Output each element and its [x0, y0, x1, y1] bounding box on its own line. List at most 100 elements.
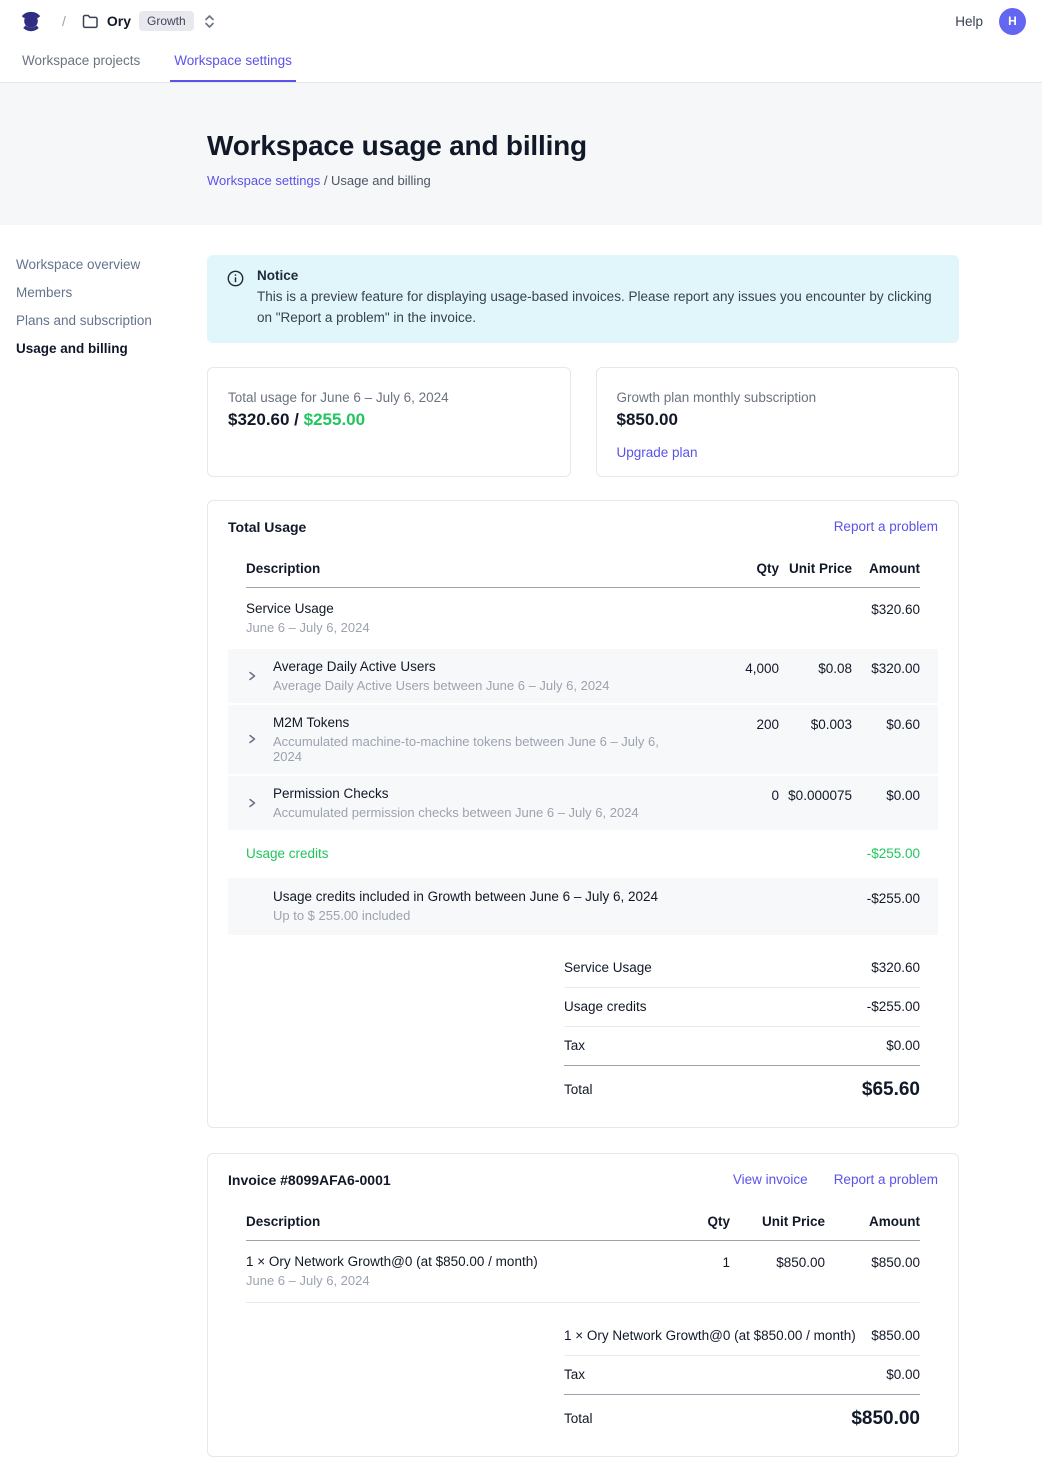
row-qty: 1	[665, 1254, 730, 1288]
invoice-section: Invoice #8099AFA6-0001 View invoice Repo…	[207, 1153, 959, 1457]
row-qty: 4,000	[659, 659, 779, 676]
summary-row: 1 × Ory Network Growth@0 (at $850.00 / m…	[564, 1317, 920, 1356]
total-usage-card: Total usage for June 6 – July 6, 2024 $3…	[207, 367, 571, 477]
table-row: M2M Tokens Accumulated machine-to-machin…	[228, 705, 938, 774]
total-label: Total	[564, 1082, 593, 1097]
sidebar-item-plans-and-subscription[interactable]: Plans and subscription	[16, 313, 191, 328]
usage-table-header: Description Qty Unit Price Amount	[246, 551, 920, 588]
invoice-table-header: Description Qty Unit Price Amount	[246, 1204, 920, 1241]
help-link[interactable]: Help	[955, 14, 983, 29]
column-amount: Amount	[825, 1214, 920, 1229]
column-amount: Amount	[852, 561, 920, 576]
column-qty: Qty	[659, 561, 779, 576]
row-title: 1 × Ory Network Growth@0 (at $850.00 / m…	[246, 1254, 665, 1269]
tab-workspace-projects[interactable]: Workspace projects	[18, 42, 144, 82]
settings-sidebar: Workspace overview Members Plans and sub…	[0, 225, 207, 1473]
chevron-up-down-icon	[204, 14, 215, 29]
table-row: 1 × Ory Network Growth@0 (at $850.00 / m…	[246, 1241, 920, 1303]
column-unit-price: Unit Price	[779, 561, 852, 576]
usage-table: Description Qty Unit Price Amount Servic…	[246, 551, 920, 935]
report-a-problem-link[interactable]: Report a problem	[834, 519, 938, 534]
summary-row: Tax $0.00	[564, 1027, 920, 1066]
row-unit-price: $0.08	[779, 659, 852, 676]
table-row: Usage credits included in Growth between…	[228, 878, 938, 935]
content-area: Notice This is a preview feature for dis…	[207, 225, 959, 1473]
ory-logo-icon[interactable]	[18, 8, 44, 34]
workspace-name: Ory	[107, 13, 131, 29]
invoice-summary: 1 × Ory Network Growth@0 (at $850.00 / m…	[564, 1317, 920, 1430]
row-title: Permission Checks	[273, 786, 639, 801]
row-amount: -$255.00	[852, 889, 920, 906]
breadcrumb-current: Usage and billing	[331, 173, 431, 188]
usage-amount-used: $320.60	[228, 410, 289, 429]
folder-icon	[82, 14, 99, 29]
column-unit-price: Unit Price	[730, 1214, 825, 1229]
report-a-problem-link[interactable]: Report a problem	[834, 1172, 938, 1187]
row-subtitle: Average Daily Active Users between June …	[273, 678, 610, 693]
column-description: Description	[246, 561, 659, 576]
notice-text: Notice This is a preview feature for dis…	[257, 268, 939, 329]
summary-value: $850.00	[871, 1328, 920, 1343]
sidebar-item-workspace-overview[interactable]: Workspace overview	[16, 257, 191, 272]
total-usage-card-value: $320.60 / $255.00	[228, 410, 550, 430]
total-usage-card-label: Total usage for June 6 – July 6, 2024	[228, 390, 550, 405]
usage-amount-separator: /	[289, 410, 303, 429]
tab-workspace-settings[interactable]: Workspace settings	[170, 42, 296, 82]
row-subtitle: Up to $ 255.00 included	[273, 908, 659, 923]
usage-summary: Service Usage $320.60 Usage credits -$25…	[564, 949, 920, 1101]
info-icon	[227, 270, 244, 329]
total-label: Total	[564, 1411, 593, 1426]
breadcrumb-separator: /	[320, 173, 331, 188]
upgrade-plan-link[interactable]: Upgrade plan	[617, 445, 698, 460]
workspace-switcher[interactable]: Ory Growth	[82, 11, 215, 31]
sidebar-item-members[interactable]: Members	[16, 285, 191, 300]
row-amount: $320.00	[852, 659, 920, 676]
row-title: Service Usage	[246, 601, 659, 616]
subscription-card: Growth plan monthly subscription $850.00…	[596, 367, 960, 477]
total-value: $65.60	[862, 1079, 920, 1101]
summary-label: Tax	[564, 1038, 585, 1053]
column-qty: Qty	[665, 1214, 730, 1229]
row-qty: 0	[659, 786, 779, 803]
chevron-right-icon[interactable]	[246, 797, 273, 809]
summary-total-row: Total $850.00	[564, 1395, 920, 1430]
row-unit-price: $0.000075	[779, 786, 852, 803]
summary-label: Service Usage	[564, 960, 652, 975]
chevron-right-icon[interactable]	[246, 670, 273, 682]
chevron-right-icon[interactable]	[246, 733, 273, 745]
sidebar-item-usage-and-billing[interactable]: Usage and billing	[16, 341, 191, 356]
summary-value: $0.00	[886, 1367, 920, 1382]
row-subtitle: June 6 – July 6, 2024	[246, 1273, 665, 1288]
row-amount: $0.60	[852, 715, 920, 732]
summary-value: -$255.00	[867, 999, 920, 1014]
row-amount: $850.00	[825, 1254, 920, 1288]
column-description: Description	[246, 1214, 665, 1229]
top-bar: / Ory Growth Help H	[0, 0, 1042, 42]
invoice-table: Description Qty Unit Price Amount 1 × Or…	[246, 1204, 920, 1303]
row-unit-price: $0.003	[779, 715, 852, 732]
row-title: M2M Tokens	[273, 715, 659, 730]
view-invoice-link[interactable]: View invoice	[733, 1172, 808, 1187]
invoice-title: Invoice #8099AFA6-0001	[228, 1172, 391, 1188]
row-amount: -$255.00	[867, 846, 920, 861]
usage-amount-credit: $255.00	[304, 410, 365, 429]
subscription-card-label: Growth plan monthly subscription	[617, 390, 939, 405]
summary-value: $0.00	[886, 1038, 920, 1053]
table-row: Permission Checks Accumulated permission…	[228, 776, 938, 830]
avatar[interactable]: H	[999, 8, 1026, 35]
page-title: Workspace usage and billing	[207, 130, 1042, 162]
summary-label: 1 × Ory Network Growth@0 (at $850.00 / m…	[564, 1328, 856, 1343]
table-row: Service Usage June 6 – July 6, 2024 $320…	[246, 588, 920, 649]
workspace-tabs: Workspace projects Workspace settings	[0, 42, 1042, 83]
summary-row: Service Usage $320.60	[564, 949, 920, 988]
row-title: Average Daily Active Users	[273, 659, 610, 674]
subscription-card-amount: $850.00	[617, 410, 939, 430]
notice-title: Notice	[257, 268, 939, 283]
summary-value: $320.60	[871, 960, 920, 975]
row-subtitle: Accumulated permission checks between Ju…	[273, 805, 639, 820]
summary-label: Usage credits	[564, 999, 647, 1014]
total-usage-title: Total Usage	[228, 519, 306, 535]
plan-badge: Growth	[139, 11, 194, 31]
breadcrumb-workspace-settings-link[interactable]: Workspace settings	[207, 173, 320, 188]
row-subtitle: June 6 – July 6, 2024	[246, 620, 659, 635]
